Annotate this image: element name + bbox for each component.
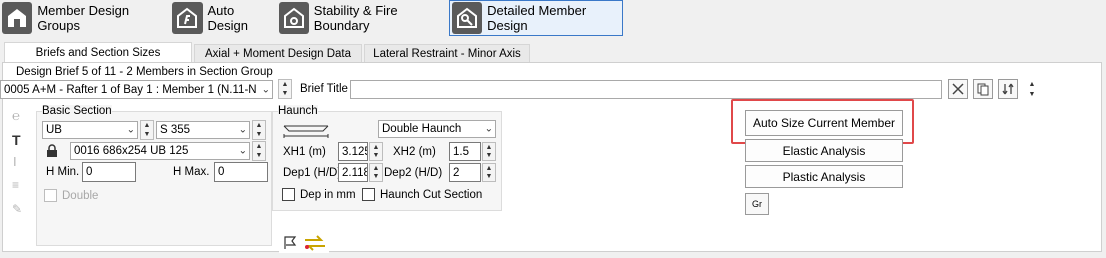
auto-design-button[interactable]: Auto Design — [170, 0, 275, 36]
brief-select[interactable]: 0005 A+M - Rafter 1 of Bay 1 : Member 1 … — [0, 80, 273, 99]
chevron-down-icon: ⌄ — [238, 124, 247, 136]
down-arrow-icon[interactable]: ▼ — [1025, 89, 1039, 99]
up-arrow-icon[interactable]: ▲ — [370, 143, 382, 152]
steel-grade-spinner[interactable]: ▲ ▼ — [252, 120, 266, 140]
clear-button[interactable] — [948, 79, 968, 99]
sort-button[interactable] — [998, 79, 1018, 99]
haunch-tools — [279, 233, 329, 253]
xh1-spinner[interactable]: ▲ ▼ — [369, 142, 383, 161]
chevron-down-icon: ⌄ — [261, 84, 270, 95]
chevron-down-icon: ⌄ — [484, 123, 493, 135]
dep1-spinner[interactable]: ▲ ▼ — [369, 163, 383, 182]
flag-icon[interactable] — [283, 236, 299, 250]
side-icon-strip: ℮ T I ≡ ✎ — [10, 108, 28, 228]
detailed-member-design-button[interactable]: Detailed Member Design — [449, 0, 623, 36]
double-section-icon[interactable]: ≡ — [12, 178, 19, 192]
auto-size-current-member-button[interactable]: Auto Size Current Member — [745, 110, 903, 136]
xh2-input[interactable]: 1.5 — [449, 142, 481, 161]
elastic-analysis-button[interactable]: Elastic Analysis — [745, 139, 903, 162]
down-arrow-icon[interactable]: ▼ — [483, 173, 495, 182]
stability-fire-boundary-label: Stability & Fire Boundary — [313, 3, 398, 33]
brief-spinner[interactable]: ▲ ▼ — [278, 79, 292, 99]
auto-design-icon — [172, 2, 203, 34]
tab-axial-moment[interactable]: Axial + Moment Design Data — [194, 44, 362, 62]
graph-icon: Gr — [752, 199, 762, 209]
section-size-select[interactable]: 0016 686x254 UB 125 ⌄ — [70, 142, 250, 160]
close-icon — [952, 83, 964, 95]
xh2-spinner[interactable]: ▲ ▼ — [482, 142, 496, 161]
dep2-spinner[interactable]: ▲ ▼ — [482, 163, 496, 182]
dep-in-mm-checkbox[interactable] — [282, 188, 295, 201]
brief-title-input[interactable] — [350, 80, 942, 99]
hmin-input[interactable]: 0 — [82, 162, 136, 182]
detailed-design-icon — [452, 2, 483, 34]
up-arrow-icon[interactable]: ▲ — [253, 121, 265, 130]
order-spinner[interactable]: ▲ ▼ — [1025, 79, 1039, 99]
transfer-arrows-icon[interactable] — [303, 235, 327, 251]
member-design-groups-button[interactable]: Member Design Groups — [0, 0, 168, 36]
brief-title-label: Brief Title — [300, 83, 348, 95]
plastic-analysis-button[interactable]: Plastic Analysis — [745, 165, 903, 188]
brief-header: Design Brief 5 of 11 - 2 Members in Sect… — [16, 66, 273, 78]
down-arrow-icon[interactable]: ▼ — [253, 151, 265, 160]
tab-bar: Briefs and Section Sizes Axial + Moment … — [0, 38, 1106, 63]
down-arrow-icon[interactable]: ▼ — [483, 152, 495, 161]
haunch-cut-section-checkbox[interactable] — [362, 188, 375, 201]
dep2-input[interactable]: 2 — [449, 163, 481, 182]
section-icon[interactable]: ℮ — [12, 108, 20, 123]
basic-section-title: Basic Section — [42, 105, 112, 117]
xh2-label: XH2 (m) — [393, 146, 436, 158]
stability-icon — [279, 2, 309, 34]
graph-button[interactable]: Gr — [745, 193, 769, 215]
dep1-input[interactable]: 2.118 — [338, 163, 368, 182]
section-type-spinner[interactable]: ▲ ▼ — [140, 120, 154, 140]
double-haunch-diagram-icon — [283, 122, 329, 143]
stability-fire-boundary-button[interactable]: Stability & Fire Boundary — [277, 0, 447, 36]
dep-in-mm-label: Dep in mm — [300, 189, 356, 201]
down-arrow-icon[interactable]: ▼ — [370, 152, 382, 161]
chevron-down-icon: ⌄ — [126, 124, 135, 136]
member-design-groups-label: Member Design Groups — [37, 3, 130, 33]
copy-button[interactable] — [973, 79, 993, 99]
i-beam-icon[interactable]: I — [13, 154, 17, 169]
xh1-label: XH1 (m) — [283, 146, 326, 158]
lock-icon[interactable] — [46, 144, 58, 161]
chevron-down-icon: ⌄ — [238, 145, 247, 157]
steel-grade-select[interactable]: S 355 ⌄ — [156, 121, 250, 139]
dep2-label: Dep2 (H/D) — [384, 167, 443, 179]
edit-icon[interactable]: ✎ — [12, 202, 22, 216]
tab-briefs-section-sizes[interactable]: Briefs and Section Sizes — [4, 42, 192, 63]
down-arrow-icon[interactable]: ▼ — [253, 130, 265, 139]
section-size-spinner[interactable]: ▲ ▼ — [252, 141, 266, 161]
down-arrow-icon[interactable]: ▼ — [279, 89, 291, 98]
up-arrow-icon[interactable]: ▲ — [279, 80, 291, 89]
auto-design-label: Auto Design — [207, 3, 248, 33]
sort-icon — [1002, 83, 1014, 95]
double-label: Double — [62, 190, 99, 202]
tee-icon[interactable]: T — [12, 132, 21, 148]
house-icon — [2, 2, 33, 34]
down-arrow-icon[interactable]: ▼ — [370, 173, 382, 182]
double-checkbox[interactable] — [44, 189, 57, 202]
hmax-input[interactable]: 0 — [214, 162, 268, 182]
xh1-input[interactable]: 3.125 — [338, 142, 368, 161]
down-arrow-icon[interactable]: ▼ — [141, 130, 153, 139]
up-arrow-icon[interactable]: ▲ — [483, 143, 495, 152]
up-arrow-icon[interactable]: ▲ — [141, 121, 153, 130]
haunch-cut-section-label: Haunch Cut Section — [380, 189, 483, 201]
up-arrow-icon[interactable]: ▲ — [253, 142, 265, 151]
haunch-title: Haunch — [278, 105, 318, 117]
dep1-label: Dep1 (H/D) — [283, 167, 342, 179]
up-arrow-icon[interactable]: ▲ — [483, 164, 495, 173]
copy-icon — [977, 83, 989, 96]
section-type-select[interactable]: UB ⌄ — [42, 121, 138, 139]
up-arrow-icon[interactable]: ▲ — [1025, 79, 1039, 89]
tab-lateral-restraint[interactable]: Lateral Restraint - Minor Axis — [364, 44, 530, 62]
hmin-label: H Min. — [46, 166, 80, 178]
detailed-member-design-label: Detailed Member Design — [487, 3, 587, 33]
up-arrow-icon[interactable]: ▲ — [370, 164, 382, 173]
haunch-type-select[interactable]: Double Haunch ⌄ — [378, 120, 496, 138]
hmax-label: H Max. — [173, 166, 210, 178]
